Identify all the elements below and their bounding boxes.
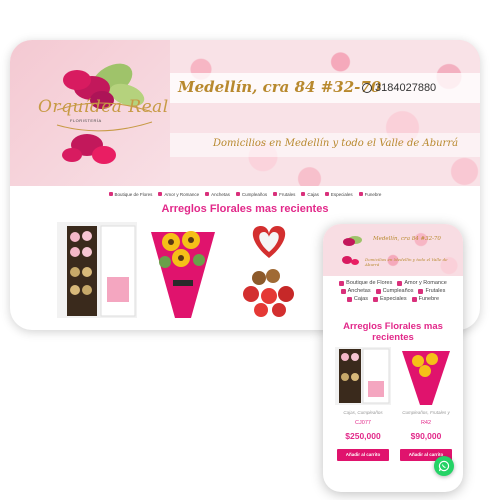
- banner-delivery-text: Domicilios en Medellín y todo el Valle d…: [213, 138, 459, 149]
- fruit-icon: [273, 192, 278, 196]
- nav-item-anchetas[interactable]: Anchetas: [205, 192, 230, 197]
- nav-item-anchetas[interactable]: Anchetas: [340, 288, 371, 294]
- nav-item-funebre[interactable]: Funebre: [411, 296, 440, 302]
- mobile-preview: Medellín, cra 84 #32-70 Domicilios en Me…: [323, 224, 463, 492]
- nav-label: Cumpleaños: [241, 191, 268, 197]
- logo-name: Orquídea Real: [38, 97, 169, 117]
- nav-label: Frutales: [279, 191, 296, 197]
- gift-icon: [205, 192, 210, 196]
- nav-label: Funebre: [418, 296, 440, 302]
- fruit-icon: [418, 288, 424, 294]
- nav-label: Cumpleaños: [382, 288, 414, 294]
- product-image-heart-balloon[interactable]: [229, 222, 309, 318]
- nav-label: Especiales: [379, 296, 407, 302]
- nav-item-funebre[interactable]: Funebre: [358, 191, 382, 197]
- section-title: Arreglos Florales mas recientes: [161, 203, 329, 215]
- nav-item-boutique[interactable]: Boutique de Flores: [108, 191, 153, 197]
- wreath-icon: [411, 296, 417, 302]
- nav-item-cumpleanos[interactable]: Cumpleaños: [375, 288, 414, 294]
- gift-icon: [340, 288, 346, 294]
- product-category: Cajas, Cumpleaños: [343, 410, 383, 415]
- product-image-sunflower-bouquet[interactable]: [143, 222, 223, 318]
- mobile-nav: Boutique de Flores Amor y Romance Anchet…: [329, 280, 457, 302]
- nav-item-cumpleanos[interactable]: Cumpleaños: [235, 191, 268, 197]
- logo-subtitle: FLORISTERÍA: [70, 118, 102, 123]
- nav-label: Boutique de Flores: [114, 191, 153, 197]
- whatsapp-icon: [362, 83, 372, 93]
- product-image-box-gift[interactable]: [335, 347, 391, 405]
- box-icon: [346, 296, 352, 302]
- nav-label: Boutique de Flores: [346, 280, 393, 286]
- nav-label: Anchetas: [347, 288, 371, 294]
- nav-item-amor[interactable]: Amor y Romance: [397, 280, 447, 286]
- nav-item-especiales[interactable]: Especiales: [372, 296, 407, 302]
- wreath-icon: [358, 192, 363, 196]
- product-price: $90,000: [410, 431, 442, 441]
- heart-icon: [397, 280, 403, 286]
- star-icon: [372, 296, 378, 302]
- cake-icon: [235, 192, 240, 196]
- box-icon: [301, 192, 306, 196]
- add-to-cart-button[interactable]: Añadir al carrito: [337, 449, 389, 461]
- product-sku[interactable]: CJ077: [331, 420, 395, 426]
- heart-icon: [158, 192, 163, 196]
- nav-label: Amor y Romance: [164, 191, 200, 197]
- boutique-icon: [108, 192, 113, 196]
- main-nav: Boutique de Flores Amor y Romance Anchet…: [10, 187, 480, 201]
- star-icon: [324, 192, 329, 196]
- banner-address: Medellín, cra 84 #32-70: [178, 78, 382, 96]
- mobile-section-title: Arreglos Florales mas recientes: [343, 321, 443, 343]
- nav-label: Amor y Romance: [404, 280, 447, 286]
- nav-item-especiales[interactable]: Especiales: [324, 191, 353, 197]
- orchid-logo-icon[interactable]: [333, 230, 369, 270]
- whatsapp-icon: [438, 460, 450, 472]
- nav-item-amor[interactable]: Amor y Romance: [158, 192, 199, 197]
- product-image-box-gift[interactable]: [57, 222, 137, 318]
- nav-item-frutales[interactable]: Frutales: [418, 288, 445, 294]
- product-category: Cumpleaños, Frutales y: [402, 410, 450, 415]
- petals-background: [170, 40, 480, 186]
- nav-item-cajas[interactable]: Cajas: [301, 192, 319, 197]
- phone-number: 3184027880: [375, 82, 437, 94]
- nav-label: Especiales: [330, 191, 353, 197]
- nav-label: Cajas: [307, 191, 319, 197]
- nav-label: Cajas: [353, 296, 368, 302]
- product-price: $250,000: [345, 431, 381, 441]
- cake-icon: [375, 288, 381, 294]
- boutique-icon: [339, 280, 345, 286]
- product-sku[interactable]: R42: [394, 420, 458, 426]
- nav-item-boutique[interactable]: Boutique de Flores: [339, 280, 392, 286]
- nav-label: Anchetas: [211, 191, 230, 197]
- nav-label: Frutales: [425, 288, 446, 294]
- nav-label: Funebre: [364, 191, 382, 197]
- product-image-sunflower-bouquet[interactable]: [398, 347, 454, 405]
- whatsapp-float-button[interactable]: [434, 456, 454, 476]
- nav-item-cajas[interactable]: Cajas: [346, 296, 368, 302]
- banner-phone[interactable]: 3184027880: [362, 82, 436, 94]
- mobile-banner-delivery: Domicilios en Medellín y todo el Valle d…: [365, 257, 448, 267]
- mobile-banner-address: Medellín, cra 84 #32-70: [373, 236, 441, 242]
- nav-item-frutales[interactable]: Frutales: [273, 192, 295, 197]
